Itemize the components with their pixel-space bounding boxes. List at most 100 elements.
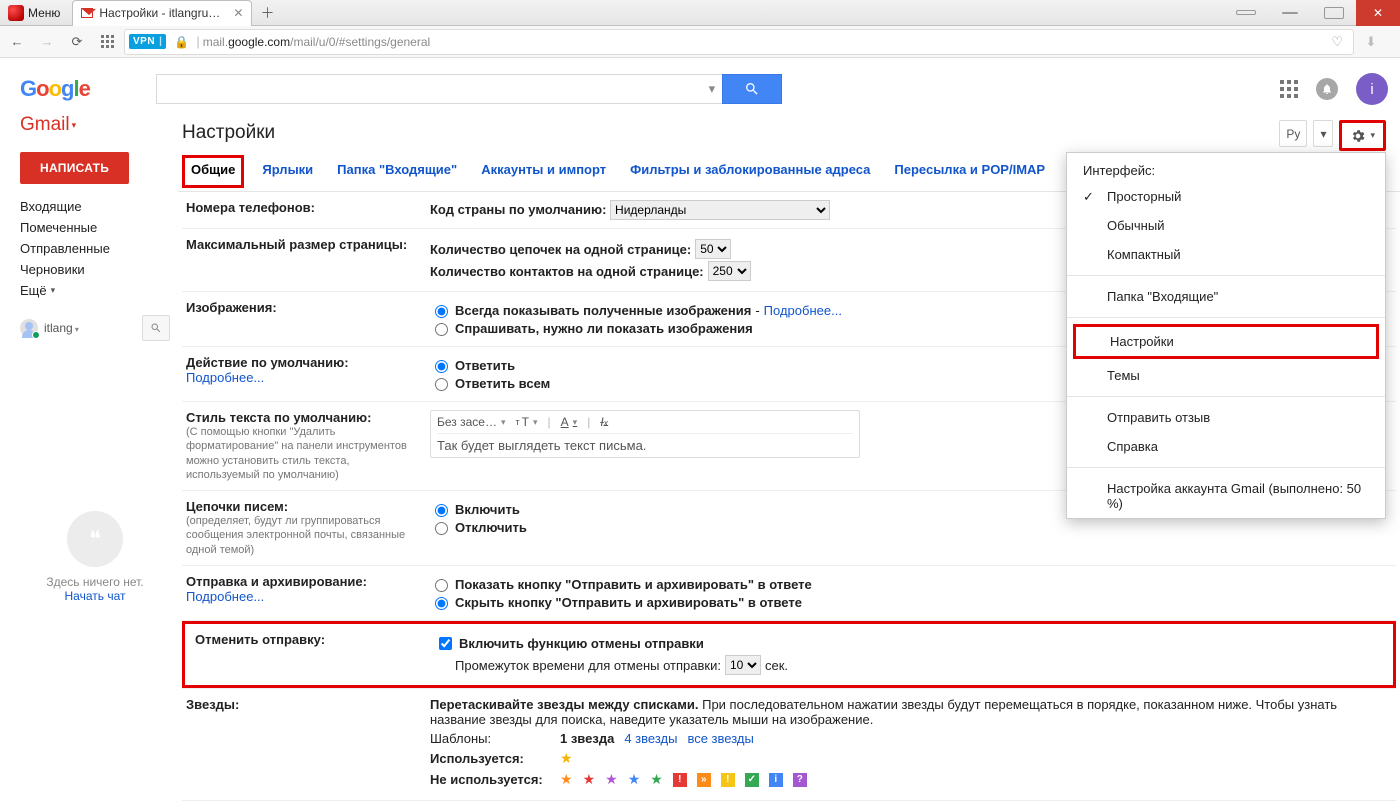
menu-help[interactable]: Справка (1067, 432, 1385, 461)
address-bar[interactable]: VPN 🔒 | mail.google.com/mail/u/0/#settin… (124, 29, 1354, 55)
tab-inbox[interactable]: Папка "Входящие" (331, 158, 463, 191)
star-orange-icon[interactable]: ★ (560, 771, 573, 788)
search-button[interactable] (722, 74, 782, 104)
hangouts-start-chat[interactable]: Начать чат (20, 589, 170, 603)
stars-desc-bold: Перетаскивайте звезды между списками. (430, 697, 699, 712)
google-logo[interactable]: Google (20, 76, 90, 102)
tab-labels[interactable]: Ярлыки (256, 158, 319, 191)
orange-guillemet-icon[interactable]: » (697, 773, 711, 787)
browser-tab[interactable]: Настройки - itlangru@gm… ✕ (72, 0, 252, 26)
send-archive-show-radio[interactable] (435, 579, 448, 592)
gear-icon (1350, 128, 1366, 144)
sidebar-item-inbox[interactable]: Входящие (20, 196, 170, 217)
red-bang-icon[interactable]: ! (673, 773, 687, 787)
threads-per-page-label: Количество цепочек на одной странице: (430, 242, 691, 257)
hangouts-avatar-icon[interactable] (20, 319, 38, 337)
contacts-per-page-select[interactable]: 250 (708, 261, 751, 281)
account-avatar[interactable]: i (1356, 73, 1388, 105)
font-family-button[interactable]: Без засе… (437, 415, 506, 429)
menu-inbox-config[interactable]: Папка "Входящие" (1067, 282, 1385, 311)
hangouts-account-name[interactable]: itlang (44, 321, 136, 335)
gmail-brand-dropdown[interactable]: Gmail (20, 114, 170, 136)
font-color-button[interactable]: A (561, 415, 578, 429)
images-always-radio[interactable] (435, 305, 448, 318)
threads-off-label: Отключить (455, 520, 527, 535)
close-icon[interactable]: ✕ (233, 6, 243, 20)
text-style-label: Стиль текста по умолчанию: (186, 410, 372, 425)
preset-all-stars[interactable]: все звезды (687, 731, 753, 746)
images-learn-more[interactable]: Подробнее... (764, 303, 842, 318)
images-ask-radio[interactable] (435, 323, 448, 336)
threads-on-radio[interactable] (435, 504, 448, 517)
download-button[interactable]: ⬇ (1358, 29, 1384, 55)
star-yellow-icon[interactable]: ★ (560, 750, 573, 767)
star-red-icon[interactable]: ★ (583, 771, 596, 788)
input-tools-label: Ру (1286, 127, 1300, 141)
blue-info-icon[interactable]: i (769, 773, 783, 787)
window-minimize-button[interactable] (1268, 0, 1312, 26)
default-action-learn-more[interactable]: Подробнее... (186, 370, 264, 385)
google-apps-icon[interactable] (1280, 80, 1298, 98)
tab-filters[interactable]: Фильтры и заблокированные адреса (624, 158, 876, 191)
font-size-button[interactable]: тT (516, 415, 538, 429)
window-maximize-button[interactable] (1312, 0, 1356, 26)
star-green-icon[interactable]: ★ (650, 771, 663, 788)
tab-general[interactable]: Общие (182, 155, 244, 188)
text-style-editor: Без засе… тT | A | Ix Так будет выглядет… (430, 410, 860, 458)
input-tools-dropdown[interactable]: ▾ (1313, 120, 1333, 147)
undo-period-select[interactable]: 10 (725, 655, 761, 675)
back-button[interactable]: ← (4, 29, 30, 55)
browser-titlebar: Меню Настройки - itlangru@gm… ✕ ＋ ✕ (0, 0, 1400, 26)
preset-1-star[interactable]: 1 звезда (560, 731, 614, 746)
yellow-bang-icon[interactable]: ! (721, 773, 735, 787)
threads-off-radio[interactable] (435, 522, 448, 535)
send-archive-hide-radio[interactable] (435, 597, 448, 610)
tab-accounts[interactable]: Аккаунты и импорт (475, 158, 612, 191)
reply-radio[interactable] (435, 360, 448, 373)
density-section-title: Интерфейс: (1067, 153, 1385, 182)
tab-forwarding[interactable]: Пересылка и POP/IMAP (888, 158, 1051, 191)
menu-settings[interactable]: Настройки (1073, 324, 1379, 359)
sidebar-item-sent[interactable]: Отправленные (20, 238, 170, 259)
window-pin-button[interactable] (1224, 0, 1268, 26)
compose-button[interactable]: НАПИСАТЬ (20, 152, 129, 184)
send-archive-show-label: Показать кнопку "Отправить и архивироват… (455, 577, 812, 592)
search-input[interactable] (156, 74, 702, 104)
bookmark-icon[interactable]: ♡ (1325, 34, 1349, 50)
stars-not-in-use-label: Не используется: (430, 772, 550, 787)
send-archive-learn-more[interactable]: Подробнее... (186, 589, 264, 604)
settings-gear-button[interactable]: ▾ (1339, 120, 1386, 151)
sidebar-item-starred[interactable]: Помеченные (20, 217, 170, 238)
preset-4-stars[interactable]: 4 звезды (624, 731, 677, 746)
star-blue-icon[interactable]: ★ (628, 771, 641, 788)
star-purple-icon[interactable]: ★ (605, 771, 618, 788)
reply-all-radio[interactable] (435, 378, 448, 391)
phone-country-select[interactable]: Нидерланды (610, 200, 830, 220)
threads-per-page-select[interactable]: 50 (695, 239, 731, 259)
purple-question-icon[interactable]: ? (793, 773, 807, 787)
new-tab-button[interactable]: ＋ (256, 2, 278, 24)
sidebar-item-drafts[interactable]: Черновики (20, 259, 170, 280)
density-compact[interactable]: Компактный (1067, 240, 1385, 269)
forward-button[interactable]: → (34, 29, 60, 55)
window-close-button[interactable]: ✕ (1356, 0, 1400, 26)
notifications-icon[interactable] (1316, 78, 1338, 100)
undo-send-checkbox[interactable] (439, 637, 452, 650)
settings-content: Настройки Ру ▾ ▾ Интерфейс: Просторный О… (178, 120, 1400, 809)
density-comfortable[interactable]: Просторный (1067, 182, 1385, 211)
menu-account-setup[interactable]: Настройка аккаунта Gmail (выполнено: 50 … (1067, 474, 1385, 518)
vpn-badge[interactable]: VPN (129, 34, 166, 49)
send-archive-label: Отправка и архивирование: (186, 574, 367, 589)
reload-button[interactable]: ⟳ (64, 29, 90, 55)
input-tools-button[interactable]: Ру (1279, 120, 1307, 147)
menu-themes[interactable]: Темы (1067, 361, 1385, 390)
density-cozy[interactable]: Обычный (1067, 211, 1385, 240)
menu-feedback[interactable]: Отправить отзыв (1067, 403, 1385, 432)
remove-formatting-button[interactable]: Ix (600, 415, 608, 429)
opera-menu-button[interactable]: Меню (0, 0, 68, 26)
sidebar-item-more[interactable]: Ещё (20, 280, 170, 301)
search-options-dropdown[interactable]: ▾ (702, 74, 722, 104)
green-check-icon[interactable]: ✓ (745, 773, 759, 787)
speed-dial-button[interactable] (94, 29, 120, 55)
hangouts-search-button[interactable] (142, 315, 170, 341)
